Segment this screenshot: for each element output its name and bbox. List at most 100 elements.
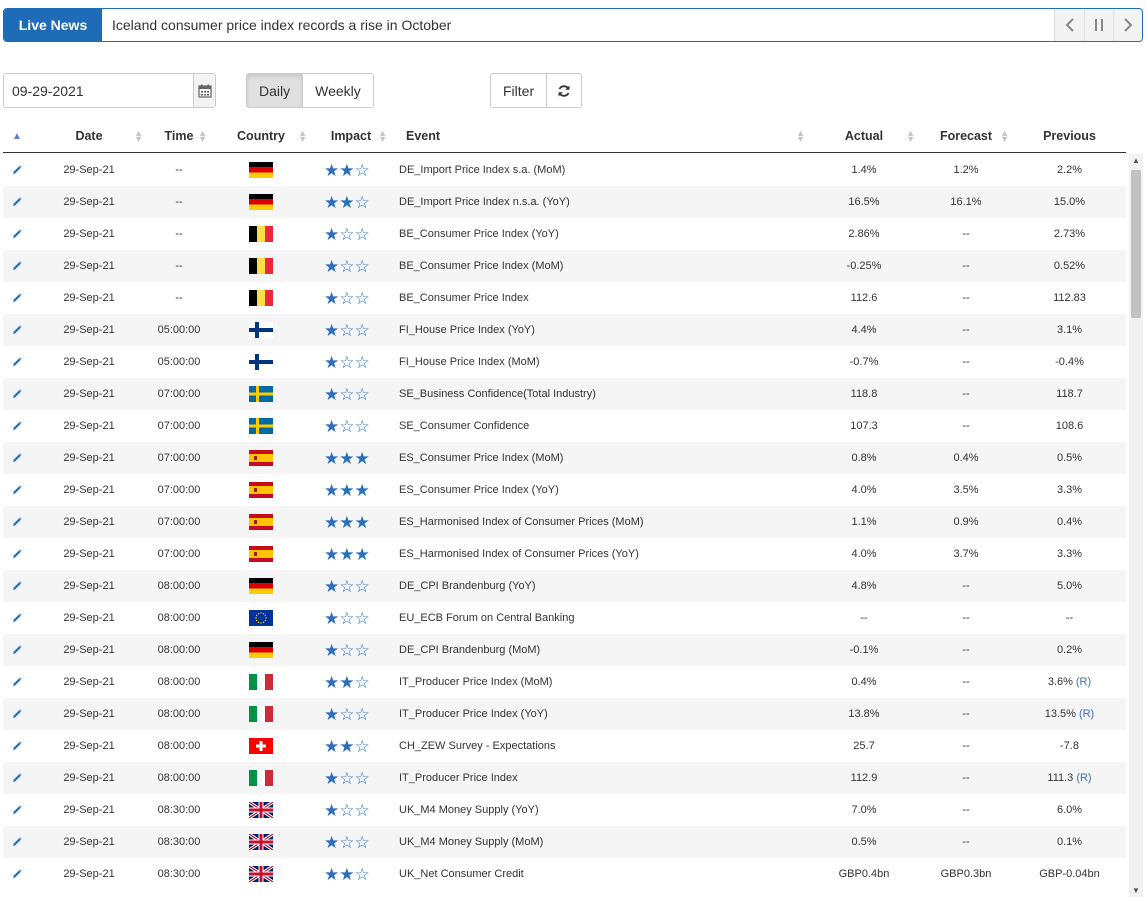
table-row[interactable]: 29-Sep-21 07:00:00 ★ ☆ ☆ SE_Business Confiden…	[3, 378, 1126, 410]
table-row[interactable]: 29-Sep-21 08:00:00 ★ ★ ☆ IT_Producer Price In…	[3, 666, 1126, 698]
edit-pencil-icon[interactable]	[3, 442, 31, 474]
edit-pencil-icon[interactable]	[3, 506, 31, 538]
row-event[interactable]: CH_ZEW Survey - Expectations	[391, 730, 809, 762]
row-event[interactable]: DE_Import Price Index s.a. (MoM)	[391, 154, 809, 186]
edit-pencil-icon[interactable]	[3, 282, 31, 314]
filter-button[interactable]: Filter	[491, 74, 546, 107]
row-event[interactable]: BE_Consumer Price Index (MoM)	[391, 250, 809, 282]
row-event[interactable]: ES_Consumer Price Index (MoM)	[391, 442, 809, 474]
previous-value: 0.4%	[1056, 516, 1083, 528]
column-header-previous[interactable]: Previous	[1013, 120, 1126, 152]
row-event[interactable]: DE_CPI Brandenburg (MoM)	[391, 634, 809, 666]
scroll-up-arrow-icon[interactable]: ▲	[1132, 156, 1140, 165]
edit-pencil-icon[interactable]	[3, 538, 31, 570]
row-event[interactable]: ES_Consumer Price Index (YoY)	[391, 474, 809, 506]
row-event[interactable]: ES_Harmonised Index of Consumer Prices (…	[391, 538, 809, 570]
star-empty-icon: ☆	[339, 800, 355, 820]
edit-pencil-icon[interactable]	[3, 154, 31, 186]
column-header-forecast[interactable]: Forecast ▲ ▼	[919, 120, 1013, 152]
table-row[interactable]: 29-Sep-21 05:00:00 ★ ☆ ☆ FI_House Price Index…	[3, 314, 1126, 346]
row-forecast: --	[962, 260, 970, 272]
row-event[interactable]: DE_CPI Brandenburg (YoY)	[391, 570, 809, 602]
row-event[interactable]: BE_Consumer Price Index	[391, 282, 809, 314]
edit-pencil-icon[interactable]	[3, 634, 31, 666]
edit-pencil-icon[interactable]	[3, 666, 31, 698]
table-row[interactable]: 29-Sep-21 08:00:00 ★ ☆ ☆ IT_Producer Price In…	[3, 762, 1126, 794]
row-event[interactable]: FI_House Price Index (MoM)	[391, 346, 809, 378]
table-row[interactable]: 29-Sep-21 -- ★ ☆ ☆ BE_Consumer Price Index 112…	[3, 282, 1126, 314]
edit-pencil-icon[interactable]	[3, 730, 31, 762]
edit-pencil-icon[interactable]	[3, 698, 31, 730]
column-header-actual[interactable]: Actual ▲ ▼	[809, 120, 919, 152]
column-header-country[interactable]: Country ▲ ▼	[211, 120, 311, 152]
table-row[interactable]: 29-Sep-21 08:30:00 ★ ☆ ☆ UK_M4 Money Supply (…	[3, 826, 1126, 858]
edit-pencil-icon[interactable]	[3, 378, 31, 410]
edit-pencil-icon[interactable]	[3, 250, 31, 282]
row-forecast: --	[962, 644, 970, 656]
edit-pencil-icon[interactable]	[3, 218, 31, 250]
row-actual: 1.4%	[851, 164, 877, 176]
table-row[interactable]: 29-Sep-21 07:00:00 ★ ★ ★ ES_Consumer Price In…	[3, 474, 1126, 506]
row-event[interactable]: ES_Harmonised Index of Consumer Prices (…	[391, 506, 809, 538]
row-event[interactable]: IT_Producer Price Index	[391, 762, 809, 794]
chevron-left-icon[interactable]	[1055, 9, 1084, 41]
row-event[interactable]: SE_Business Confidence(Total Industry)	[391, 378, 809, 410]
table-row[interactable]: 29-Sep-21 05:00:00 ★ ☆ ☆ FI_House Price Index…	[3, 346, 1126, 378]
row-event[interactable]: UK_M4 Money Supply (MoM)	[391, 826, 809, 858]
pause-icon[interactable]	[1084, 9, 1113, 41]
column-header-event[interactable]: Event ▲ ▼	[391, 120, 809, 152]
table-row[interactable]: 29-Sep-21 07:00:00 ★ ★ ★ ES_Harmonised Index …	[3, 538, 1126, 570]
scrollbar-thumb[interactable]	[1131, 170, 1141, 318]
row-event[interactable]: SE_Consumer Confidence	[391, 410, 809, 442]
row-event[interactable]: DE_Import Price Index n.s.a. (YoY)	[391, 186, 809, 218]
column-header-date[interactable]: Date ▲ ▼	[31, 120, 147, 152]
weekly-button[interactable]: Weekly	[303, 74, 373, 107]
table-row[interactable]: 29-Sep-21 08:00:00 ★ ☆ ☆ DE_CPI Brandenburg (…	[3, 570, 1126, 602]
vertical-scrollbar[interactable]: ▲ ▼	[1129, 154, 1143, 897]
edit-pencil-icon[interactable]	[3, 186, 31, 218]
table-row[interactable]: 29-Sep-21 -- ★ ☆ ☆ BE_Consumer Price Index (M…	[3, 250, 1126, 282]
table-row[interactable]: 29-Sep-21 -- ★ ★ ☆ DE_Import Price Index s.a.…	[3, 154, 1126, 186]
edit-pencil-icon[interactable]	[3, 762, 31, 794]
row-event[interactable]: UK_M4 Money Supply (YoY)	[391, 794, 809, 826]
impact-stars: ★ ☆ ☆	[311, 250, 391, 282]
table-row[interactable]: 29-Sep-21 07:00:00 ★ ☆ ☆ SE_Consumer Confiden…	[3, 410, 1126, 442]
edit-pencil-icon[interactable]	[3, 602, 31, 634]
table-row[interactable]: 29-Sep-21 08:00:00 ★ ☆ ☆ IT_Producer Price In…	[3, 698, 1126, 730]
table-row[interactable]: 29-Sep-21 08:00:00 ★ ☆ ☆ EU_ECB Forum on Cent…	[3, 602, 1126, 634]
chevron-right-icon[interactable]	[1113, 9, 1142, 41]
table-row[interactable]: 29-Sep-21 08:00:00 ★ ☆ ☆ DE_CPI Brandenburg (…	[3, 634, 1126, 666]
row-event[interactable]: EU_ECB Forum on Central Banking	[391, 602, 809, 634]
row-event[interactable]: IT_Producer Price Index (YoY)	[391, 698, 809, 730]
edit-pencil-icon[interactable]	[3, 474, 31, 506]
column-header-impact[interactable]: Impact ▲ ▼	[311, 120, 391, 152]
row-event[interactable]: FI_House Price Index (YoY)	[391, 314, 809, 346]
table-row[interactable]: 29-Sep-21 07:00:00 ★ ★ ★ ES_Consumer Price In…	[3, 442, 1126, 474]
table-row[interactable]: 29-Sep-21 -- ★ ☆ ☆ BE_Consumer Price Index (Y…	[3, 218, 1126, 250]
date-input[interactable]	[4, 74, 193, 107]
edit-pencil-icon[interactable]	[3, 410, 31, 442]
edit-pencil-icon[interactable]	[3, 826, 31, 858]
edit-pencil-icon[interactable]	[3, 570, 31, 602]
edit-pencil-icon[interactable]	[3, 314, 31, 346]
edit-pencil-icon[interactable]	[3, 858, 31, 890]
table-row[interactable]: 29-Sep-21 08:00:00 ★ ★ ☆ CH_ZEW Survey - Expe…	[3, 730, 1126, 762]
row-event[interactable]: BE_Consumer Price Index (YoY)	[391, 218, 809, 250]
scroll-down-arrow-icon[interactable]: ▼	[1132, 886, 1140, 895]
edit-pencil-icon[interactable]	[3, 346, 31, 378]
refresh-button[interactable]	[546, 74, 581, 107]
row-event[interactable]: IT_Producer Price Index (MoM)	[391, 666, 809, 698]
sort-indicator-icon[interactable]: ▲	[3, 120, 31, 152]
row-previous: 0.52%	[1013, 250, 1126, 282]
news-headline[interactable]: Iceland consumer price index records a r…	[102, 9, 1054, 41]
table-row[interactable]: 29-Sep-21 08:30:00 ★ ★ ☆ UK_Net Consumer Cred…	[3, 858, 1126, 890]
table-row[interactable]: 29-Sep-21 07:00:00 ★ ★ ★ ES_Harmonised Index …	[3, 506, 1126, 538]
edit-pencil-icon[interactable]	[3, 794, 31, 826]
table-row[interactable]: 29-Sep-21 08:30:00 ★ ☆ ☆ UK_M4 Money Supply (…	[3, 794, 1126, 826]
row-event[interactable]: UK_Net Consumer Credit	[391, 858, 809, 890]
live-news-label: Live News	[4, 9, 102, 41]
calendar-button[interactable]	[193, 74, 215, 107]
column-header-time[interactable]: Time ▲ ▼	[147, 120, 211, 152]
daily-button[interactable]: Daily	[247, 74, 304, 107]
table-row[interactable]: 29-Sep-21 -- ★ ★ ☆ DE_Import Price Index n.s.…	[3, 186, 1126, 218]
